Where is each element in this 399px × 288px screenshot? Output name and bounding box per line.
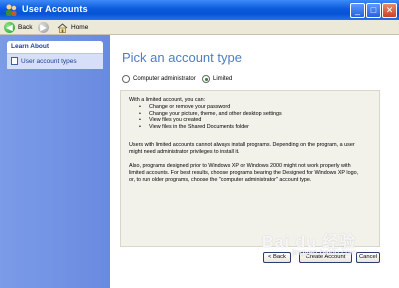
window-title: User Accounts — [22, 4, 88, 14]
sidebar-item-label: User account types — [21, 57, 77, 65]
intro-text: With a limited account, you can: — [129, 97, 206, 103]
close-button[interactable]: ✕ — [382, 3, 397, 18]
back-nav-label: Back — [18, 24, 33, 31]
user-accounts-icon — [6, 4, 17, 16]
page-title: Pick an account type — [122, 50, 242, 65]
maximize-button[interactable]: □ — [366, 3, 381, 18]
home-icon — [57, 22, 68, 33]
computer-administrator-label: Computer administrator — [133, 76, 196, 82]
capabilities-list: Change or remove your password Change yo… — [139, 104, 282, 130]
list-item: View files in the Shared Documents folde… — [139, 124, 282, 131]
title-bar[interactable]: User Accounts _ □ ✕ — [0, 0, 399, 20]
limited-label: Limited — [213, 76, 233, 82]
watermark-url: jingyan.baidu.com — [292, 248, 357, 257]
forward-arrow-icon: ▶ — [38, 22, 49, 33]
home-nav-label: Home — [71, 24, 89, 31]
account-type-description: With a limited account, you can: Change … — [120, 90, 380, 263]
learn-about-panel: Learn About User account types — [7, 41, 103, 69]
compat-note-line-3: or, to run older programs, choose the "c… — [129, 177, 312, 183]
cancel-button[interactable]: Cancel — [356, 252, 380, 263]
compat-note-line-2: limited accounts. For best results, choo… — [129, 170, 359, 176]
computer-administrator-radio[interactable] — [122, 75, 130, 83]
sidebar: Learn About User account types — [0, 35, 110, 288]
minimize-button[interactable]: _ — [350, 3, 365, 18]
limited-radio[interactable] — [202, 75, 210, 83]
forward-nav-button[interactable]: ▶ — [38, 21, 49, 34]
computer-administrator-option[interactable]: Computer administrator — [122, 75, 196, 83]
install-note-line-1: Users with limited accounts cannot alway… — [129, 142, 355, 148]
sidebar-item-user-account-types[interactable]: User account types — [7, 54, 103, 68]
help-document-icon — [11, 57, 18, 65]
compat-note-line-1: Also, programs designed prior to Windows… — [129, 163, 351, 169]
limited-option[interactable]: Limited — [202, 75, 232, 83]
back-nav-button[interactable]: ◀ Back — [4, 21, 32, 34]
user-accounts-window: User Accounts _ □ ✕ ◀ Back ▶ Home Learn … — [0, 0, 399, 288]
learn-about-heading: Learn About — [7, 41, 103, 54]
install-note-line-2: might need administrator privileges to i… — [129, 149, 240, 155]
back-button[interactable]: < Back — [263, 252, 291, 263]
home-nav-button[interactable]: Home — [57, 21, 88, 34]
toolbar: ◀ Back ▶ Home — [0, 20, 399, 35]
back-arrow-icon: ◀ — [4, 22, 15, 33]
